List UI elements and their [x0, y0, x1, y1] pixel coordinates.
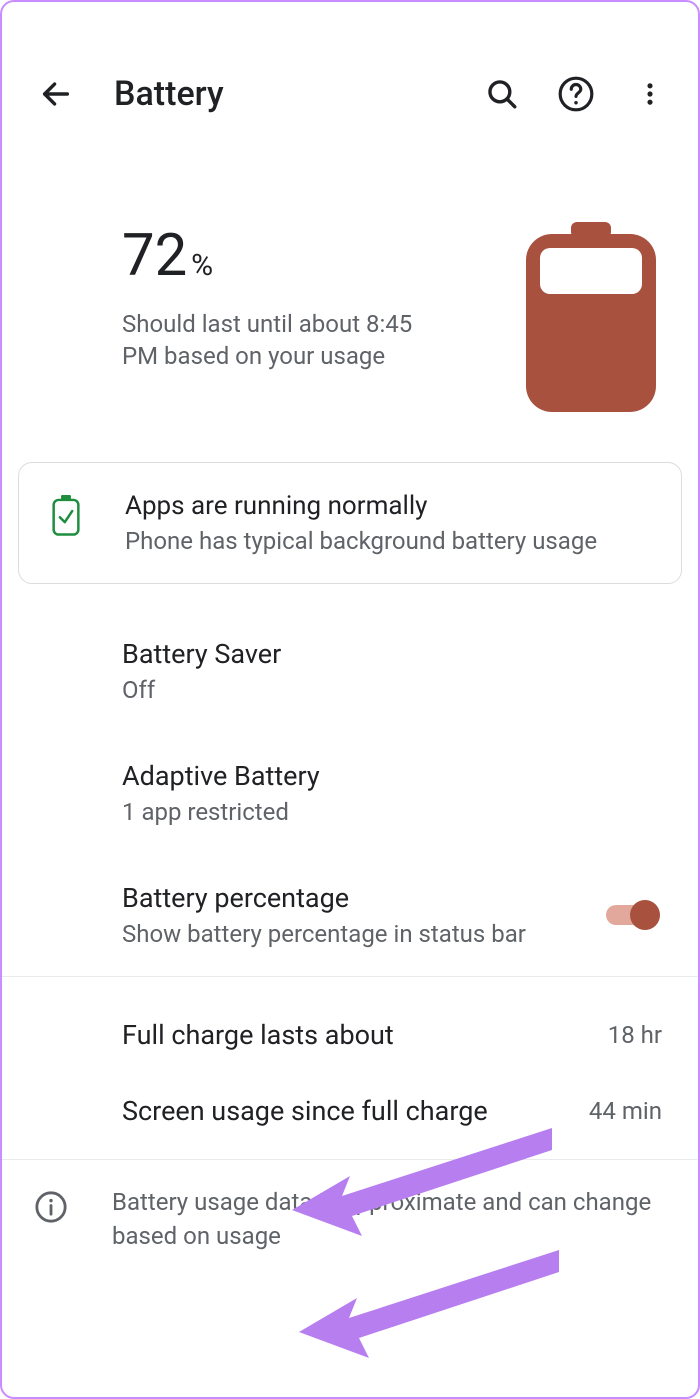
battery-percent: 72: [122, 222, 187, 290]
page-title: Battery: [114, 74, 442, 114]
battery-percentage-toggle[interactable]: [606, 900, 662, 930]
full-charge-value: 18 hr: [608, 1021, 662, 1049]
help-icon: [557, 75, 595, 113]
status-card-title: Apps are running normally: [125, 491, 597, 521]
app-header: Battery: [2, 2, 698, 142]
battery-percent-sign: %: [191, 248, 213, 283]
apps-status-card[interactable]: Apps are running normally Phone has typi…: [18, 462, 682, 584]
battery-saver-subtitle: Off: [122, 676, 662, 704]
back-button[interactable]: [38, 76, 74, 112]
overflow-menu-button[interactable]: [630, 74, 670, 114]
info-icon: [34, 1190, 68, 1224]
status-card-subtitle: Phone has typical background battery usa…: [125, 527, 597, 555]
battery-estimate: Should last until about 8:45 PM based on…: [122, 308, 442, 373]
battery-percentage-subtitle: Show battery percentage in status bar: [122, 920, 526, 948]
back-arrow-icon: [39, 77, 73, 111]
settings-list: Battery Saver Off Adaptive Battery 1 app…: [2, 610, 698, 976]
full-charge-label: Full charge lasts about: [122, 1019, 394, 1051]
screen-usage-row[interactable]: Screen usage since full charge 44 min: [2, 1073, 698, 1149]
more-vert-icon: [636, 80, 664, 108]
battery-ok-icon: [51, 495, 81, 535]
search-button[interactable]: [482, 74, 522, 114]
battery-summary-text: 72 % Should last until about 8:45 PM bas…: [122, 222, 486, 373]
battery-percentage-row[interactable]: Battery percentage Show battery percenta…: [2, 854, 698, 976]
search-icon: [485, 77, 519, 111]
battery-saver-row[interactable]: Battery Saver Off: [2, 610, 698, 732]
screen-usage-label: Screen usage since full charge: [122, 1095, 488, 1127]
header-actions: [482, 74, 670, 114]
battery-illustration: [526, 222, 656, 412]
adaptive-battery-subtitle: 1 app restricted: [122, 798, 662, 826]
screen-usage-value: 44 min: [589, 1097, 662, 1125]
battery-summary: 72 % Should last until about 8:45 PM bas…: [2, 142, 698, 462]
status-card-body: Apps are running normally Phone has typi…: [125, 491, 597, 555]
help-button[interactable]: [556, 74, 596, 114]
footer-info: Battery usage data is approximate and ca…: [2, 1160, 698, 1279]
full-charge-row[interactable]: Full charge lasts about 18 hr: [2, 997, 698, 1073]
battery-percentage-text: Battery percentage Show battery percenta…: [122, 882, 526, 948]
battery-saver-title: Battery Saver: [122, 638, 662, 670]
adaptive-battery-row[interactable]: Adaptive Battery 1 app restricted: [2, 732, 698, 854]
battery-percentage-title: Battery percentage: [122, 882, 526, 914]
battery-stats: Full charge lasts about 18 hr Screen usa…: [2, 977, 698, 1159]
toggle-thumb: [630, 900, 660, 930]
footer-info-text: Battery usage data is approximate and ca…: [112, 1186, 662, 1253]
adaptive-battery-title: Adaptive Battery: [122, 760, 662, 792]
